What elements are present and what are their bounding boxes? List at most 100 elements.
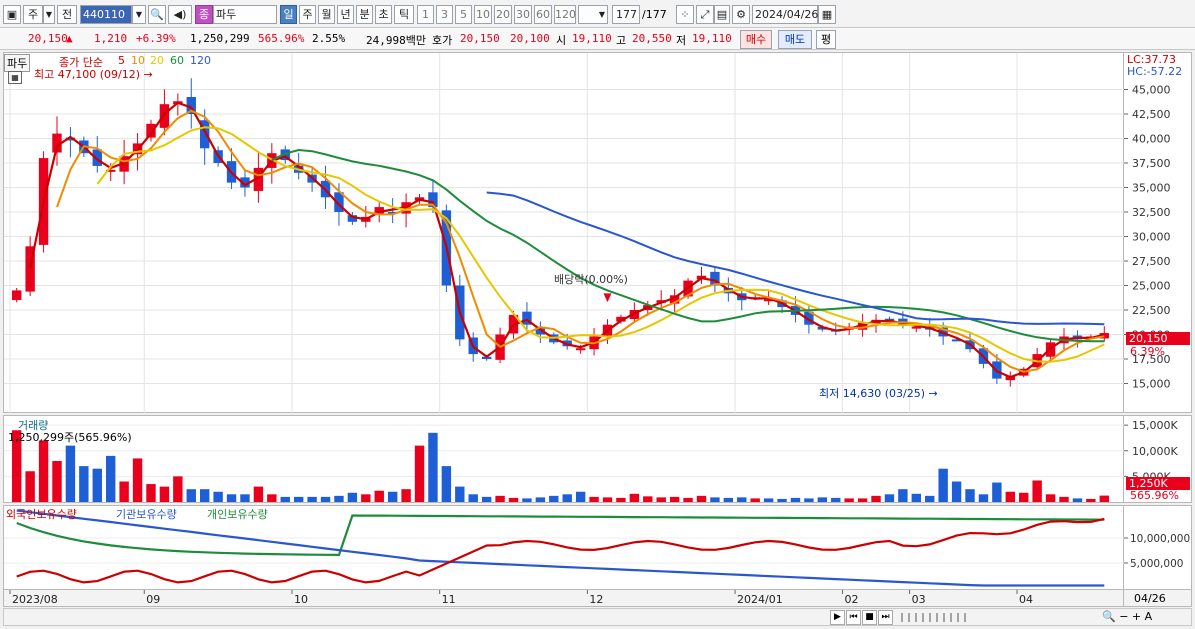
- draw-tool-icon[interactable]: ⤢: [696, 5, 714, 24]
- candle-body: [159, 104, 170, 128]
- holding-pane[interactable]: 외국인보유수량 기관보유수량 개인보유수량: [3, 505, 1125, 590]
- pane-name-label[interactable]: 파두: [4, 54, 31, 72]
- volume-info: 1,250,299주(565.96%): [8, 431, 132, 444]
- interval-5[interactable]: 5: [455, 5, 472, 24]
- save-icon[interactable]: ▤: [714, 5, 730, 24]
- last-date-label: 04/26: [1134, 592, 1166, 605]
- scroll-end-icon[interactable]: ⏭: [878, 610, 893, 625]
- price-pane[interactable]: 파두 종가 단순 5 10 20 60 120 최고 47,100 (09/12…: [3, 52, 1125, 414]
- price-tick-label: 35,000: [1132, 182, 1171, 195]
- buy-button[interactable]: 매수: [740, 30, 772, 49]
- volume-bar: [683, 497, 693, 502]
- interval-60[interactable]: 60: [534, 5, 552, 24]
- interval-120[interactable]: 120: [554, 5, 576, 24]
- interval-dropdown-icon[interactable]: ▼: [578, 5, 608, 24]
- stop-icon[interactable]: ■: [862, 610, 877, 625]
- candle-chart[interactable]: [4, 53, 1125, 414]
- volume-value: 1,250,299: [190, 32, 250, 45]
- volume-axis: 15,000K10,000K5,000K 1,250K 565.96%: [1124, 415, 1192, 503]
- volume-bar: [347, 492, 358, 502]
- volume-bar: [1072, 498, 1083, 502]
- evaluate-button[interactable]: 평: [816, 30, 836, 49]
- settings-gear-icon[interactable]: ⚙: [732, 5, 750, 24]
- volume-bar: [1059, 496, 1069, 502]
- legend-institution: 기관보유수량: [116, 508, 177, 521]
- interval-20[interactable]: 20: [494, 5, 512, 24]
- date-input[interactable]: 2024/04/26: [752, 5, 818, 24]
- code-input[interactable]: 440110: [80, 5, 132, 24]
- volume-bar: [468, 494, 478, 502]
- volume-bar: [441, 466, 452, 502]
- interval-1[interactable]: 1: [417, 5, 434, 24]
- scroll-start-icon[interactable]: ⏮: [846, 610, 861, 625]
- period-tick[interactable]: 틱: [394, 5, 414, 24]
- interval-10[interactable]: 10: [474, 5, 492, 24]
- price-tick-label: 25,000: [1132, 280, 1171, 293]
- scroll-right-small-icon[interactable]: ▶: [830, 610, 845, 625]
- current-price: 20,150: [28, 32, 68, 45]
- volume-bar: [387, 491, 398, 502]
- search-icon[interactable]: 🔍: [148, 5, 166, 24]
- trade-amount: 24,998백만: [366, 34, 426, 47]
- x-axis-right: 04/26: [1124, 590, 1192, 607]
- zoom-ruler[interactable]: [898, 611, 1098, 624]
- period-month[interactable]: 월: [318, 5, 335, 24]
- volume-chart[interactable]: [4, 416, 1125, 504]
- period-week[interactable]: 주: [299, 5, 316, 24]
- market-select[interactable]: 주: [23, 5, 43, 24]
- period-second[interactable]: 초: [375, 5, 392, 24]
- price-tick-label: 42,500: [1132, 108, 1171, 121]
- volume-bar: [132, 458, 143, 502]
- interval-30[interactable]: 30: [514, 5, 532, 24]
- price-tick-label: 40,000: [1132, 133, 1171, 146]
- table-icon[interactable]: ▦: [8, 71, 22, 84]
- code-dropdown-icon[interactable]: ▼: [132, 5, 146, 24]
- scroll-bar[interactable]: ▶ ⏮ ■ ⏭ 🔍 − + A: [3, 608, 1192, 626]
- volume-bar: [106, 455, 116, 502]
- volume-bar: [25, 471, 35, 502]
- volume-bar: [925, 495, 935, 502]
- volume-bar: [871, 495, 881, 502]
- holding-axis: 10,000,000 5,000,000: [1124, 505, 1192, 590]
- volume-bar: [280, 496, 290, 502]
- count-input[interactable]: 177: [612, 5, 640, 24]
- volume-bar: [213, 491, 223, 502]
- interval-3[interactable]: 3: [436, 5, 453, 24]
- x-tick-label: 2024/01: [737, 593, 783, 606]
- period-year[interactable]: 년: [337, 5, 354, 24]
- volume-bar: [240, 494, 250, 502]
- period-minute[interactable]: 분: [356, 5, 373, 24]
- volume-bar: [1032, 480, 1042, 502]
- x-tick-label: 02: [844, 593, 858, 606]
- stock-name-field[interactable]: 파두: [213, 5, 277, 24]
- current-price-tag: 20,150: [1126, 332, 1190, 345]
- speaker-icon[interactable]: ◀): [168, 5, 192, 24]
- market-dropdown-icon[interactable]: ▼: [43, 5, 55, 24]
- calendar-icon[interactable]: ▦: [818, 5, 836, 24]
- period-day[interactable]: 일: [280, 5, 297, 24]
- volume-pane[interactable]: 거래량 1,250,299주(565.96%): [3, 415, 1125, 504]
- up-arrow-icon: ▲: [66, 32, 73, 45]
- zoom-icons[interactable]: 🔍 − + A: [1102, 610, 1152, 623]
- all-button[interactable]: 전: [57, 5, 77, 24]
- volume-bar: [481, 496, 492, 502]
- quote-bar: 20,150 ▲ 1,210 +6.39% 1,250,299 565.96% …: [0, 28, 1195, 50]
- volume-bar: [1099, 495, 1109, 502]
- volume-bar: [978, 494, 989, 502]
- window-menu-icon[interactable]: ▣: [3, 5, 21, 24]
- grid-icon[interactable]: ⁘: [676, 5, 694, 24]
- volume-bar: [522, 498, 532, 502]
- dividend-marker: [603, 293, 612, 303]
- individual-holding-line: [16, 514, 1105, 557]
- x-tick-label: 04: [1019, 593, 1033, 606]
- volume-bar: [951, 481, 962, 502]
- volume-tick-label: 15,000K: [1132, 419, 1178, 432]
- price-tick-label: 32,500: [1132, 206, 1171, 219]
- volume-bar: [562, 494, 572, 502]
- volume-bar: [186, 489, 196, 502]
- volume-bar: [669, 496, 680, 502]
- volume-bar: [844, 498, 854, 502]
- sell-button[interactable]: 매도: [778, 30, 812, 49]
- ma20-line: [96, 126, 1105, 363]
- volume-bar: [508, 497, 519, 502]
